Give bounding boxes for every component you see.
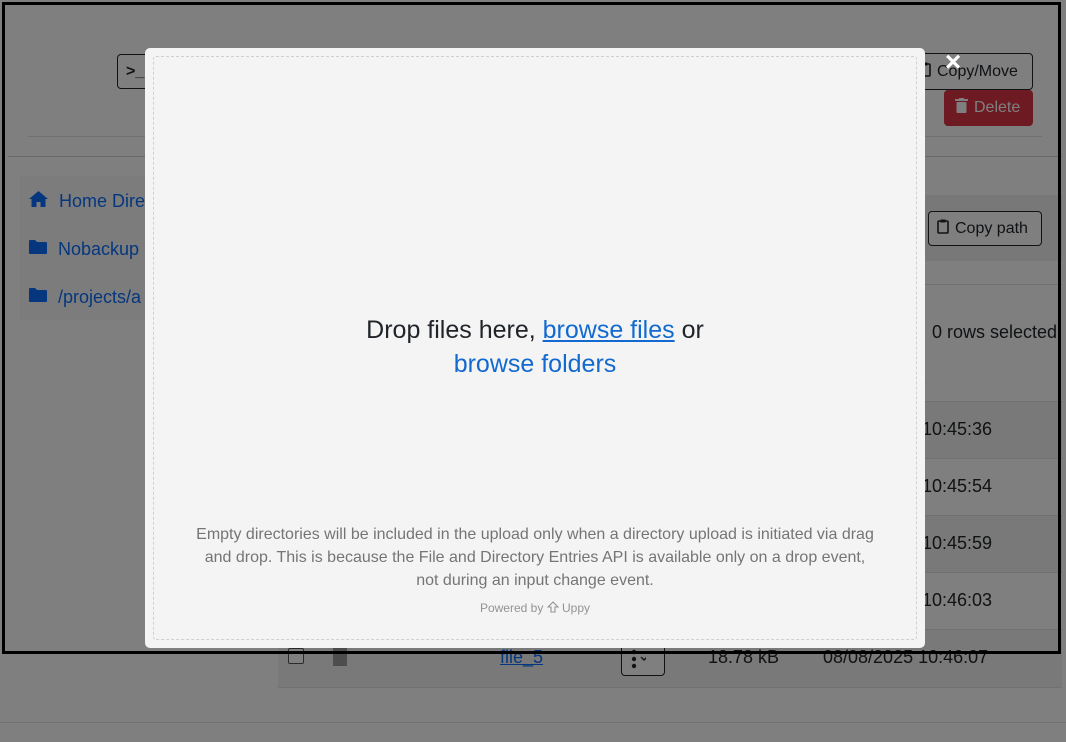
uppy-logo-icon bbox=[546, 601, 562, 615]
uppy-brand: Uppy bbox=[562, 601, 591, 615]
or-text: or bbox=[681, 316, 704, 344]
close-button[interactable]: × bbox=[941, 48, 965, 76]
browse-folders-link[interactable]: browse folders bbox=[454, 350, 617, 378]
close-icon: × bbox=[944, 46, 962, 77]
powered-by[interactable]: Powered by Uppy bbox=[154, 601, 916, 615]
empty-directories-note: Empty directories will be included in th… bbox=[196, 526, 874, 589]
drop-text: Drop files here, bbox=[366, 316, 536, 344]
powered-by-text: Powered by bbox=[479, 601, 544, 615]
browse-files-link[interactable]: browse files bbox=[543, 316, 675, 344]
drop-title: Drop files here, browse files or browse … bbox=[154, 313, 916, 381]
drop-zone[interactable]: Drop files here, browse files or browse … bbox=[153, 56, 917, 640]
upload-modal: Drop files here, browse files or browse … bbox=[145, 48, 925, 648]
